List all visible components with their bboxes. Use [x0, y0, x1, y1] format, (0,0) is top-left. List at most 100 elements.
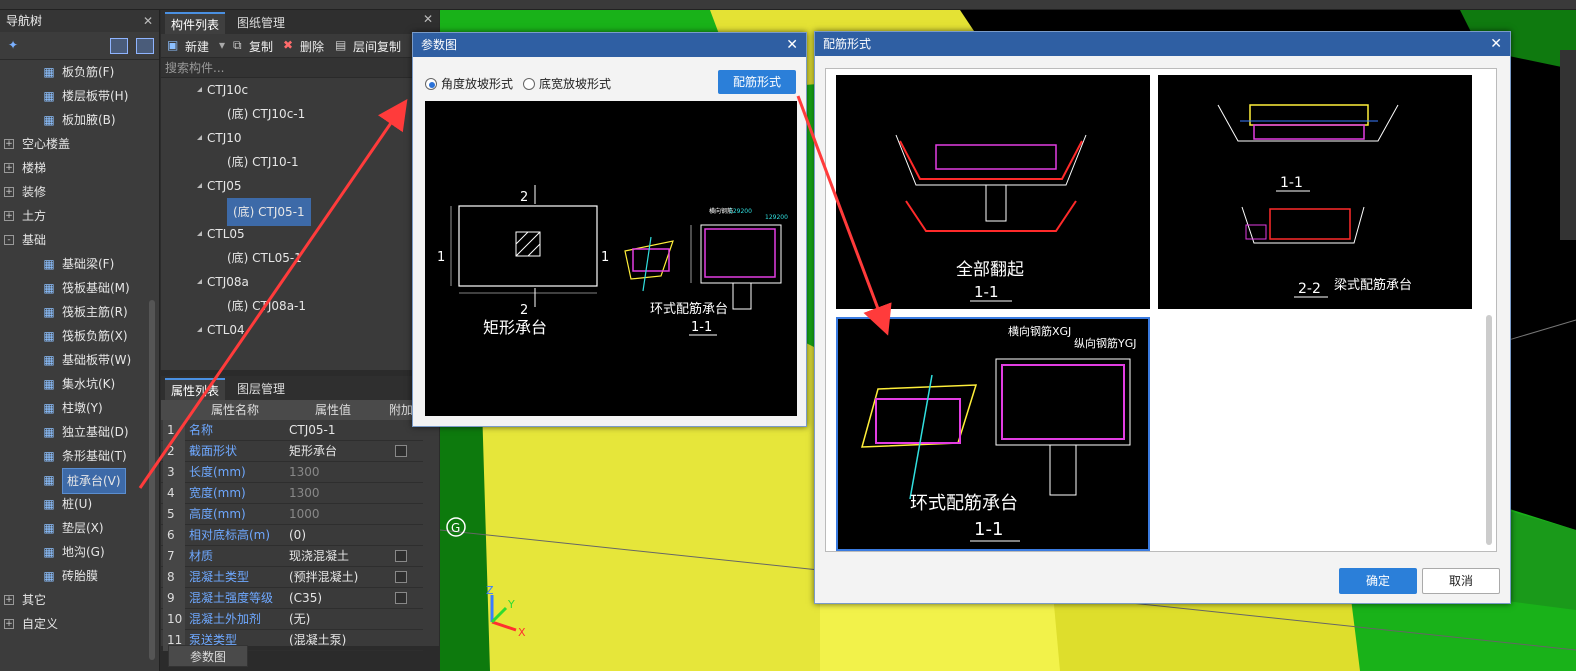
property-checkbox[interactable]	[395, 571, 407, 583]
property-value[interactable]: 现浇混凝土	[289, 546, 389, 567]
radio-bottom-width-slope[interactable]: 底宽放坡形式	[523, 75, 611, 92]
component-row[interactable]: CTJ10c	[161, 78, 439, 102]
property-checkbox[interactable]	[395, 445, 407, 457]
grid-view-icon[interactable]	[136, 38, 154, 54]
cancel-button[interactable]: 取消	[1422, 568, 1500, 594]
new-icon[interactable]: ▣	[167, 38, 178, 52]
property-row[interactable]: 2 截面形状 矩形承台	[161, 441, 423, 462]
nav-item[interactable]: ▦ 柱墩(Y)	[0, 396, 159, 420]
nav-item[interactable]: ▦ 基础梁(F)	[0, 252, 159, 276]
property-row[interactable]: 8 混凝土类型 (预拌混凝土)	[161, 567, 423, 588]
new-button[interactable]: 新建	[185, 38, 209, 55]
expand-icon[interactable]: +	[4, 211, 14, 221]
component-row[interactable]: CTJ05	[161, 174, 439, 198]
delete-icon[interactable]: ✖	[283, 38, 293, 52]
nav-item[interactable]: ▦ 板加腋(B)	[0, 108, 159, 132]
viewport-side-toolbar[interactable]	[1560, 50, 1576, 240]
nav-item[interactable]: ▦ 集水坑(K)	[0, 372, 159, 396]
property-value[interactable]: (C35)	[289, 588, 389, 609]
nav-item[interactable]: ▦ 筏板基础(M)	[0, 276, 159, 300]
component-row[interactable]: CTJ10	[161, 126, 439, 150]
copy-icon[interactable]: ⧉	[233, 38, 242, 53]
tree-toggle-icon[interactable]	[197, 231, 202, 236]
component-row[interactable]: (底) CTL05-1	[161, 246, 439, 270]
tree-toggle-icon[interactable]	[197, 135, 202, 140]
property-value[interactable]: (混凝土泵)	[289, 630, 389, 651]
nav-item[interactable]: ▦ 桩(U)	[0, 492, 159, 516]
gallery-scrollbar[interactable]	[1486, 315, 1492, 545]
property-value[interactable]: CTJ05-1	[289, 420, 389, 441]
close-icon[interactable]: ✕	[423, 12, 433, 26]
nav-item[interactable]: ▦ 基础板带(W)	[0, 348, 159, 372]
component-row[interactable]: CTL05	[161, 222, 439, 246]
nav-item[interactable]: + 空心楼盖	[0, 132, 159, 156]
expand-icon[interactable]: +	[4, 187, 14, 197]
expand-icon[interactable]: +	[4, 619, 14, 629]
expand-icon[interactable]: +	[4, 139, 14, 149]
expand-icon[interactable]: +	[4, 163, 14, 173]
close-icon[interactable]: ✕	[786, 33, 798, 57]
nav-item[interactable]: ▦ 板负筋(F)	[0, 60, 159, 84]
property-value[interactable]: 1000	[289, 504, 389, 525]
copy-button[interactable]: 复制	[249, 38, 273, 55]
component-row[interactable]: (底) CTJ08a-1	[161, 294, 439, 318]
property-value[interactable]: (无)	[289, 609, 389, 630]
nav-item[interactable]: ▦ 条形基础(T)	[0, 444, 159, 468]
component-row[interactable]: (底) CTJ10-1	[161, 150, 439, 174]
component-row[interactable]: (底) CTJ05-1	[161, 198, 439, 226]
close-icon[interactable]: ✕	[143, 10, 153, 32]
nav-item[interactable]: + 装修	[0, 180, 159, 204]
nav-item[interactable]: ▦ 筏板主筋(R)	[0, 300, 159, 324]
list-view-icon[interactable]	[110, 38, 128, 54]
property-value[interactable]: 矩形承台	[289, 441, 389, 462]
nav-item[interactable]: ▦ 筏板负筋(X)	[0, 324, 159, 348]
component-search-input[interactable]: 搜索构件...	[161, 58, 439, 78]
property-row[interactable]: 4 宽度(mm) 1300	[161, 483, 423, 504]
collapse-icon[interactable]: -	[4, 235, 14, 245]
nav-item[interactable]: + 土方	[0, 204, 159, 228]
property-row[interactable]: 7 材质 现浇混凝土	[161, 546, 423, 567]
nav-item[interactable]: ▦ 独立基础(D)	[0, 420, 159, 444]
component-row[interactable]: CTJ08a	[161, 270, 439, 294]
pin-icon[interactable]: ✦	[8, 38, 18, 52]
nav-scrollbar[interactable]	[149, 300, 155, 660]
ok-button[interactable]: 确定	[1339, 568, 1417, 594]
tab-property-list[interactable]: 属性列表	[165, 378, 226, 400]
property-value[interactable]: 1300	[289, 483, 389, 504]
rebar-option-beam-style[interactable]: 1-1 2-2 梁式配筋承台	[1158, 75, 1472, 309]
property-row[interactable]: 6 相对底标高(m) (0)	[161, 525, 423, 546]
nav-item[interactable]: + 楼梯	[0, 156, 159, 180]
floor-copy-icon[interactable]: ▤	[335, 38, 346, 52]
nav-item[interactable]: ▦ 桩承台(V)	[0, 468, 159, 494]
floor-copy-button[interactable]: 层间复制	[353, 38, 401, 55]
delete-button[interactable]: 删除	[300, 38, 324, 55]
close-icon[interactable]: ✕	[1490, 32, 1502, 56]
property-value[interactable]: (0)	[289, 525, 389, 546]
property-checkbox[interactable]	[395, 550, 407, 562]
nav-item[interactable]: ▦ 砖胎膜	[0, 564, 159, 588]
property-checkbox[interactable]	[395, 592, 407, 604]
nav-item[interactable]: + 其它	[0, 588, 159, 612]
nav-item[interactable]: - 基础	[0, 228, 159, 252]
tree-toggle-icon[interactable]	[197, 87, 202, 92]
property-row[interactable]: 1 名称 CTJ05-1	[161, 420, 423, 441]
tree-toggle-icon[interactable]	[197, 327, 202, 332]
param-diagram-button[interactable]: 参数图	[168, 645, 248, 667]
tab-component-list[interactable]: 构件列表	[165, 12, 226, 34]
property-row[interactable]: 10 混凝土外加剂 (无)	[161, 609, 423, 630]
rebar-form-button[interactable]: 配筋形式	[718, 70, 796, 94]
radio-angle-slope[interactable]: 角度放坡形式	[425, 75, 513, 92]
nav-item[interactable]: ▦ 垫层(X)	[0, 516, 159, 540]
nav-item[interactable]: ▦ 楼层板带(H)	[0, 84, 159, 108]
tab-layer-management[interactable]: 图层管理	[231, 378, 291, 400]
component-row[interactable]: (底) CTJ10c-1	[161, 102, 439, 126]
chevron-down-icon[interactable]: ▾	[219, 38, 225, 52]
property-value[interactable]: 1300	[289, 462, 389, 483]
radio-unchecked-icon[interactable]	[523, 78, 535, 90]
nav-item[interactable]: + 自定义	[0, 612, 159, 636]
radio-checked-icon[interactable]	[425, 78, 437, 90]
property-row[interactable]: 9 混凝土强度等级 (C35)	[161, 588, 423, 609]
property-row[interactable]: 5 高度(mm) 1000	[161, 504, 423, 525]
component-row[interactable]: CTL04	[161, 318, 439, 342]
tree-toggle-icon[interactable]	[197, 279, 202, 284]
